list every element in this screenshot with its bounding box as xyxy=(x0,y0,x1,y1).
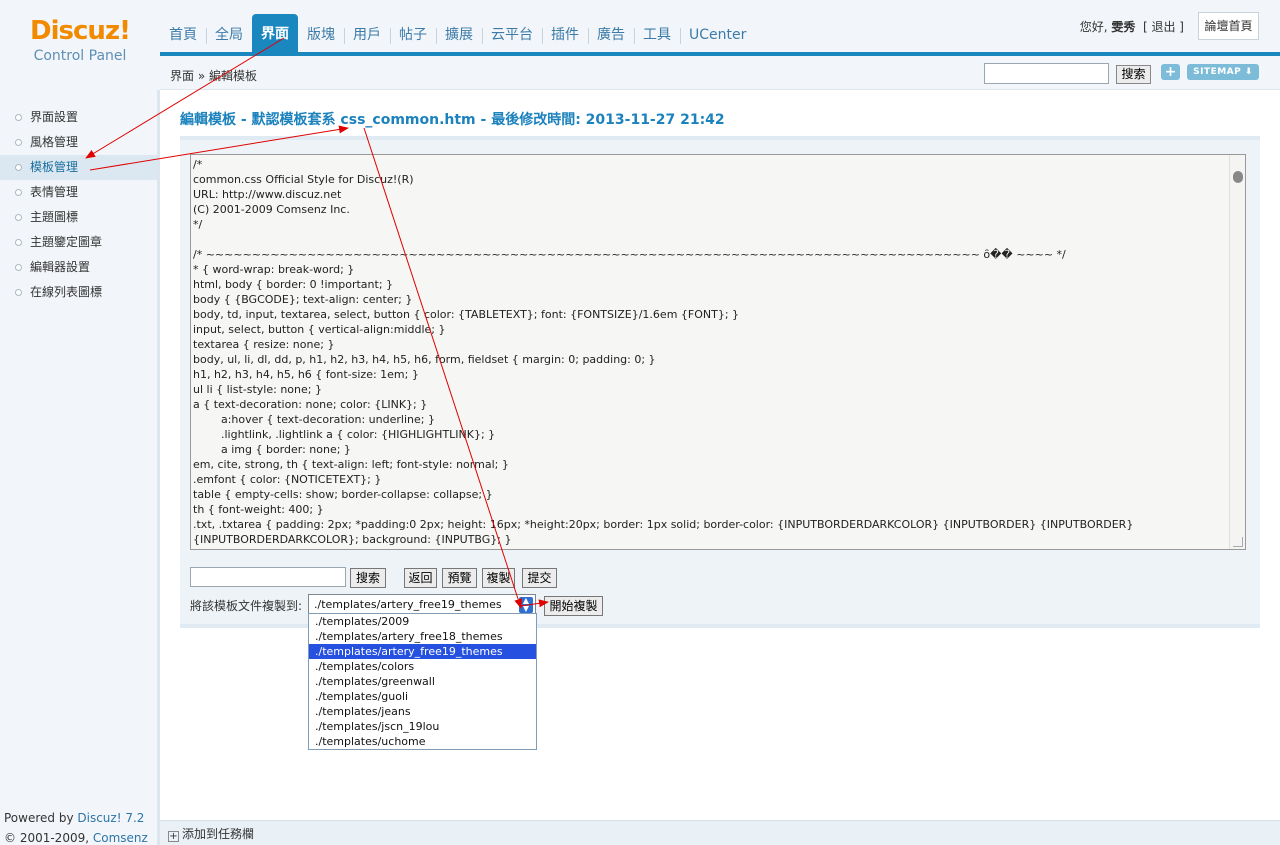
nav-users[interactable]: 用戶 xyxy=(344,18,390,54)
nav-tools[interactable]: 工具 xyxy=(634,18,680,54)
logout-link[interactable]: [ 退出 ] xyxy=(1143,20,1184,34)
page-title: 編輯模板 - 默認模板套系 css_common.htm - 最後修改時間: 2… xyxy=(180,112,725,128)
sitemap-button[interactable]: SITEMAP ⬇ xyxy=(1187,64,1259,80)
sidebar-item-thread-stamps[interactable]: 主題鑒定圖章 xyxy=(0,230,157,255)
copy-to-label: 將該模板文件複製到: xyxy=(190,599,303,613)
nav-plugins[interactable]: 插件 xyxy=(542,18,588,54)
user-area: 您好, 雯秀 [ 退出 ] xyxy=(1080,18,1184,35)
template-search-input[interactable] xyxy=(190,567,346,587)
bottom-bar: + 添加到任務欄 xyxy=(160,820,1280,845)
top-search-input[interactable] xyxy=(984,63,1109,84)
dropdown-option[interactable]: ./templates/jeans xyxy=(309,704,536,719)
copy-target-value: ./templates/artery_free19_themes xyxy=(314,598,502,611)
nav-cloud[interactable]: 云平台 xyxy=(482,18,542,54)
top-search-button[interactable]: 搜索 xyxy=(1116,65,1151,84)
nav-global[interactable]: 全局 xyxy=(206,18,252,54)
nav-underline xyxy=(160,52,1280,56)
dropdown-option-selected[interactable]: ./templates/artery_free19_themes xyxy=(309,644,536,659)
preview-button[interactable]: 預覽 xyxy=(442,568,477,588)
logo-subtitle: Control Panel xyxy=(33,48,127,64)
dropdown-option[interactable]: ./templates/jscn_19lou xyxy=(309,719,536,734)
submit-button[interactable]: 提交 xyxy=(522,568,557,588)
edit-panel: /* common.css Official Style for Discuz!… xyxy=(180,136,1260,628)
username: 雯秀 xyxy=(1111,20,1136,34)
plus-box-icon: + xyxy=(168,831,179,842)
updown-arrow-icon[interactable]: ▲ ▼ xyxy=(519,597,533,613)
nav-posts[interactable]: 帖子 xyxy=(390,18,436,54)
sidebar-item-thread-icons[interactable]: 主題圖標 xyxy=(0,205,157,230)
dropdown-option[interactable]: ./templates/greenwall xyxy=(309,674,536,689)
add-to-taskbar[interactable]: + 添加到任務欄 xyxy=(168,825,254,842)
nav-forums[interactable]: 版塊 xyxy=(298,18,344,54)
powered-by: Powered by Discuz! 7.2 © 2001-2009, Coms… xyxy=(4,808,157,845)
sidebar-item-smiley-management[interactable]: 表情管理 xyxy=(0,180,157,205)
dropdown-option[interactable]: ./templates/2009 xyxy=(309,614,536,629)
nav-interface[interactable]: 界面 xyxy=(252,14,298,54)
main-nav: 首頁 全局 界面 版塊 用戶 帖子 擴展 云平台 插件 廣告 工具 UCente… xyxy=(160,14,755,54)
resize-grip-icon[interactable] xyxy=(1233,537,1243,547)
dropdown-option[interactable]: ./templates/uchome xyxy=(309,734,536,749)
nav-ads[interactable]: 廣告 xyxy=(588,18,634,54)
sidebar-item-style-management[interactable]: 風格管理 xyxy=(0,130,157,155)
sub-bar: 界面 » 編輯模板 搜索 + SITEMAP ⬇ xyxy=(160,58,1280,90)
back-button[interactable]: 返回 xyxy=(404,568,437,588)
sidebar: 界面設置 風格管理 模板管理 表情管理 主題圖標 主題鑒定圖章 編輯器設置 在線… xyxy=(0,90,160,845)
copy-target-dropdown: ./templates/2009 ./templates/artery_free… xyxy=(308,613,537,750)
greeting: 您好, xyxy=(1079,20,1108,34)
start-copy-button[interactable]: 開始複製 xyxy=(544,596,603,616)
logo[interactable]: Discuz! Control Panel xyxy=(20,16,140,64)
template-code[interactable]: /* common.css Official Style for Discuz!… xyxy=(193,157,1229,547)
editor-scrollbar[interactable] xyxy=(1229,155,1245,549)
powered-link[interactable]: Discuz! 7.2 xyxy=(77,811,144,825)
nav-extensions[interactable]: 擴展 xyxy=(436,18,482,54)
dropdown-option[interactable]: ./templates/artery_free18_themes xyxy=(309,629,536,644)
forum-home-button[interactable]: 論壇首頁 xyxy=(1198,12,1259,40)
nav-ucenter[interactable]: UCenter xyxy=(680,18,755,54)
nav-home[interactable]: 首頁 xyxy=(160,18,206,54)
search-button[interactable]: 搜索 xyxy=(350,568,386,588)
powered-prefix: Powered by xyxy=(4,811,78,825)
sidebar-item-template-management[interactable]: 模板管理 xyxy=(0,155,157,180)
add-to-taskbar-label: 添加到任務欄 xyxy=(182,827,255,841)
dropdown-option[interactable]: ./templates/colors xyxy=(309,659,536,674)
add-shortcut-button[interactable]: + xyxy=(1161,64,1180,80)
dropdown-option[interactable]: ./templates/guoli xyxy=(309,689,536,704)
logo-brand: Discuz! xyxy=(30,16,131,46)
sidebar-item-interface-settings[interactable]: 界面設置 xyxy=(0,105,157,130)
breadcrumb: 界面 » 編輯模板 xyxy=(170,69,257,83)
sidebar-menu: 界面設置 風格管理 模板管理 表情管理 主題圖標 主題鑒定圖章 編輯器設置 在線… xyxy=(0,105,157,305)
sidebar-item-editor-settings[interactable]: 編輯器設置 xyxy=(0,255,157,280)
sidebar-item-online-icons[interactable]: 在線列表圖標 xyxy=(0,280,157,305)
editor-scroll-thumb[interactable] xyxy=(1233,171,1243,183)
template-editor[interactable]: /* common.css Official Style for Discuz!… xyxy=(190,154,1246,550)
copyright-prefix: © 2001-2009, xyxy=(4,831,93,845)
copy-button[interactable]: 複製 xyxy=(482,568,515,588)
